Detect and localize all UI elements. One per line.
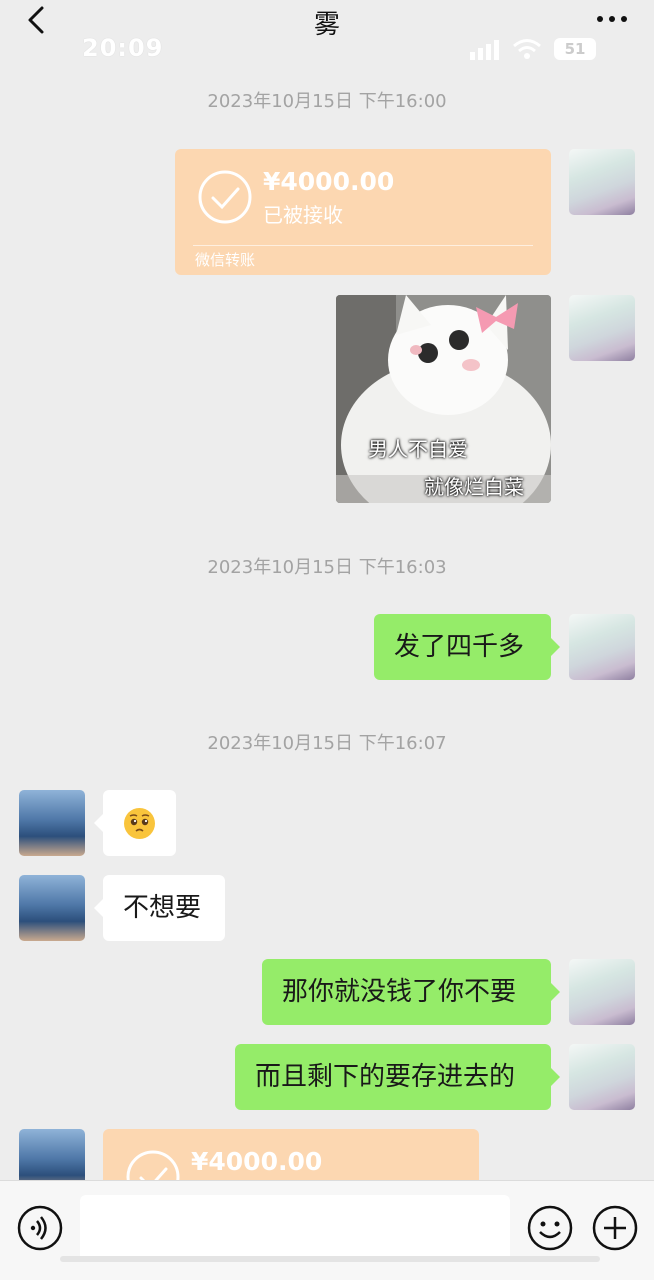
voice-icon[interactable] — [17, 1205, 63, 1251]
message-bubble-received[interactable] — [94, 790, 176, 856]
message-input[interactable] — [80, 1195, 510, 1261]
transfer-source: 微信转账 — [195, 251, 256, 269]
timestamp: 2023年10月15日 下午16:00 — [207, 91, 447, 112]
cat-sticker-image[interactable]: 男人不自爱 就像烂白菜 — [336, 295, 551, 503]
pleading-face-icon — [124, 808, 155, 839]
chat-header: 雾 20:09 51 — [0, 0, 654, 62]
transfer-card[interactable]: ¥4000.00 已被接收 微信转账 — [175, 149, 551, 275]
message-bubble-received[interactable]: 不想要 — [94, 875, 225, 941]
avatar-self[interactable] — [569, 959, 635, 1025]
avatar-self[interactable] — [569, 614, 635, 680]
transfer-amount: ¥4000.00 — [191, 1147, 323, 1176]
message-bubble-sent[interactable]: 那你就没钱了你不要 — [262, 959, 560, 1025]
more-dots-icon[interactable] — [592, 4, 632, 34]
signal-icon — [470, 40, 499, 60]
sticker-caption: 男人不自爱 — [368, 437, 468, 461]
emoji-icon[interactable] — [527, 1205, 573, 1251]
avatar-self[interactable] — [569, 149, 635, 215]
check-circle-icon — [198, 170, 252, 224]
timestamp: 2023年10月15日 下午16:03 — [207, 557, 447, 578]
transfer-status: 已被接收 — [263, 203, 343, 227]
message-bubble-sent[interactable]: 而且剩下的要存进去的 — [235, 1044, 560, 1110]
message-bubble-sent[interactable]: 发了四千多 — [374, 614, 560, 680]
avatar-contact[interactable] — [19, 790, 85, 856]
avatar-self[interactable] — [569, 1044, 635, 1110]
status-time: 20:09 — [82, 34, 164, 62]
transfer-amount: ¥4000.00 — [263, 167, 395, 196]
status-bar: 20:09 51 — [0, 34, 654, 64]
avatar-contact[interactable] — [19, 875, 85, 941]
wifi-icon — [513, 39, 541, 59]
sticker-caption: 就像烂白菜 — [424, 475, 524, 499]
input-bar — [0, 1180, 654, 1280]
timestamp: 2023年10月15日 下午16:07 — [207, 733, 447, 754]
battery-indicator: 51 — [554, 38, 596, 60]
avatar-self[interactable] — [569, 295, 635, 361]
divider — [193, 245, 533, 246]
plus-icon[interactable] — [592, 1205, 638, 1251]
home-indicator — [60, 1256, 600, 1262]
